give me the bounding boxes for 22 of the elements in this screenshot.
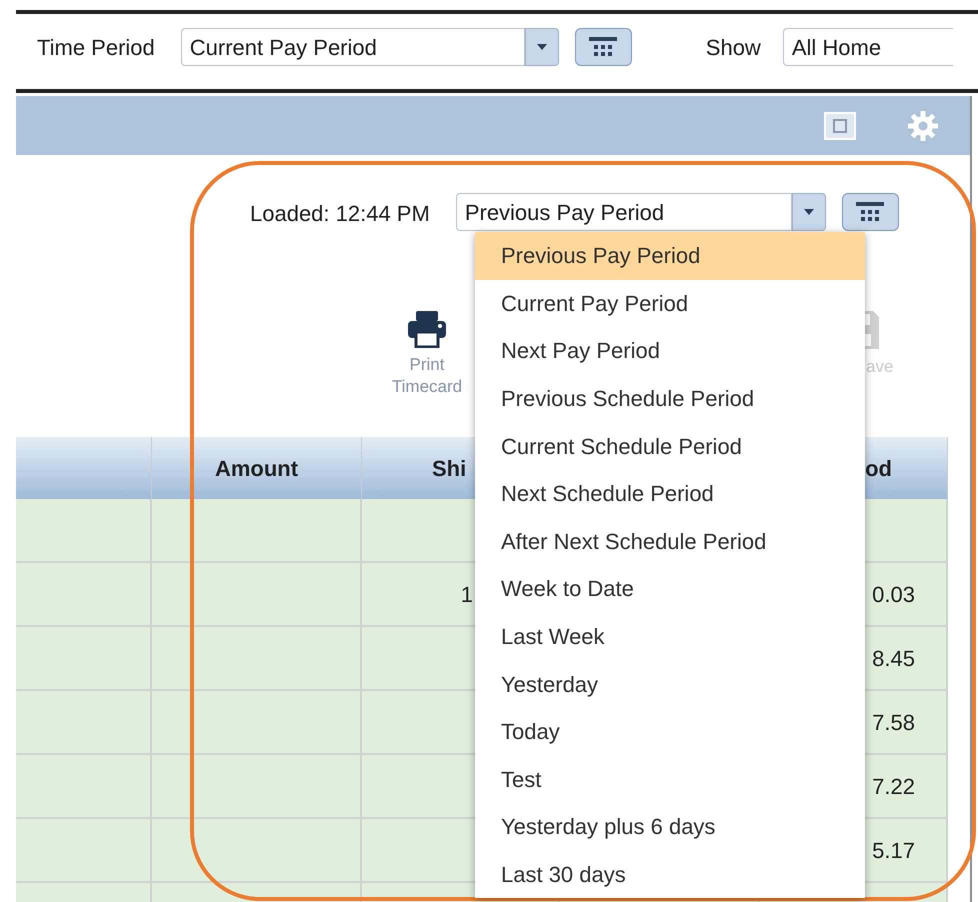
maximize-button[interactable] <box>824 112 856 140</box>
menu-item[interactable]: Previous Schedule Period <box>475 374 865 422</box>
dropdown-button[interactable] <box>792 193 826 231</box>
show-select[interactable]: All Home <box>782 28 953 66</box>
calendar-button[interactable] <box>574 28 632 66</box>
menu-item[interactable]: Current Pay Period <box>475 280 865 328</box>
calendar-button[interactable] <box>842 193 899 231</box>
field-label: Show <box>706 34 761 62</box>
time-period-select[interactable]: Current Pay Period <box>180 28 525 66</box>
column-header: Amount <box>152 437 362 499</box>
calendar-icon <box>588 36 618 58</box>
calendar-icon <box>855 201 886 223</box>
loaded-time: Loaded: 12:44 PM <box>250 200 430 228</box>
menu-item[interactable]: Next Pay Period <box>475 327 865 375</box>
menu-item[interactable]: After Next Schedule Period <box>475 518 865 566</box>
period-select[interactable]: Previous Pay Period <box>456 193 792 231</box>
caret-icon <box>802 208 815 216</box>
caret-icon <box>536 43 548 51</box>
printer-icon <box>407 310 447 348</box>
menu-item[interactable]: Previous Pay Period <box>475 232 865 280</box>
field-label: Time Period <box>37 34 155 62</box>
dropdown-button[interactable] <box>524 28 559 66</box>
